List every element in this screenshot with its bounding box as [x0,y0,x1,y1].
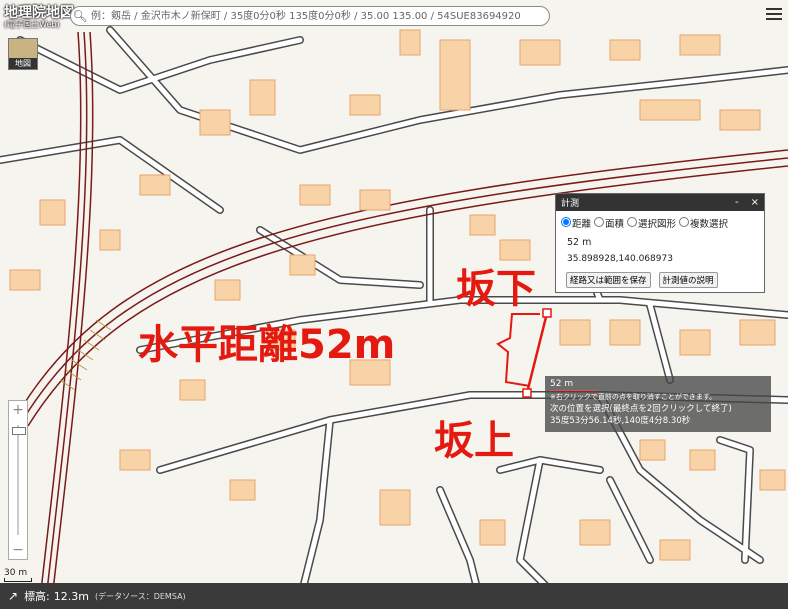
option-selected-shape[interactable]: 選択図形 [627,216,676,230]
measure-panel-title: 計測 [561,199,580,209]
save-route-button[interactable]: 経路又は範囲を保存 [566,272,651,288]
measure-panel-header[interactable]: 計測 - × [556,194,764,211]
app-subtitle: (電子国土Web) [4,20,60,29]
app-title: 地理院地図 [4,5,74,21]
top-bar: 地理院地図 (電子国土Web) 🔍︎ [0,0,788,32]
scale-label: 30 m [4,568,28,578]
tooltip-note: ※右クリックで直前の点を取り消すことができます。 [550,393,717,401]
measure-mode-options: 距離 面積 選択図形 複数選択 [556,211,764,230]
zoom-track[interactable] [17,425,19,535]
map-layer-button[interactable]: 地図 [8,38,38,70]
measure-tooltip: 52 m ※右クリックで直前の点を取り消すことができます。 次の位置を選択(最終… [545,376,771,432]
annotation-slope-top: 坂上 [434,418,514,464]
map-layer-label: 地図 [9,58,37,69]
zoom-control: + − [8,400,28,560]
annotation-slope-bottom: 坂下 [456,266,536,312]
search-input[interactable] [89,9,543,23]
measured-coordinates: 35.898928,140.068973 [567,254,673,264]
tooltip-instruction: 次の位置を選択(最終点を2回クリックして終了) [550,404,732,414]
measure-help-button[interactable]: 計測値の説明 [658,272,718,288]
close-button[interactable]: × [751,197,759,208]
option-distance[interactable]: 距離 [561,216,591,230]
scale-bar: 30 m [4,568,32,582]
tooltip-distance: 52 m [550,378,598,391]
menu-icon[interactable] [766,8,782,22]
zoom-slider-handle[interactable] [12,427,26,435]
annotation-horizontal-distance: 水平距離52m [138,322,396,368]
option-multi-select[interactable]: 複数選択 [679,216,728,230]
zoom-out-button[interactable]: − [9,542,27,558]
search-box: 🔍︎ [70,6,550,26]
data-source: (データソース：DEMSA) [95,591,186,601]
app-logo[interactable]: 地理院地図 (電子国土Web) [4,6,74,29]
search-icon[interactable]: 🔍︎ [71,9,89,23]
elevation-value: 12.3m [53,589,89,603]
option-area[interactable]: 面積 [594,216,624,230]
minimize-button[interactable]: - [735,197,739,208]
zoom-in-button[interactable]: + [9,402,27,418]
measure-panel: 計測 - × 距離 面積 選択図形 複数選択 52 m 35.898928,14… [555,193,765,293]
status-bar: ↗ 標高: 12.3m (データソース：DEMSA) [0,583,788,609]
elevation-label: 標高: [24,590,50,603]
tooltip-position: 35度53分56.14秒,140度4分8.30秒 [550,416,691,426]
map-canvas[interactable] [0,0,788,609]
scale-line [4,578,32,582]
measured-distance: 52 m [567,237,592,248]
arrow-icon: ↗ [8,589,19,603]
